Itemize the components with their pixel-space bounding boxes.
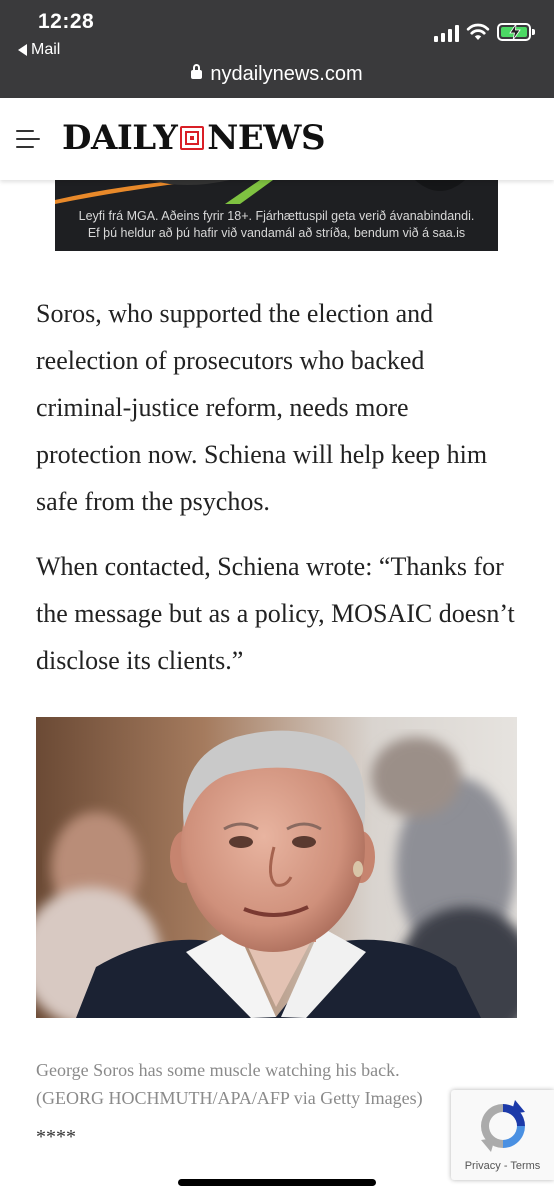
- wifi-icon: [466, 23, 490, 40]
- status-time: 12:28: [38, 10, 95, 33]
- cellular-signal-icon: [434, 24, 460, 42]
- home-indicator[interactable]: [178, 1179, 376, 1186]
- portrait-image: [36, 717, 517, 1018]
- logo-mark-icon: [180, 126, 205, 150]
- logo-text-news: NEWS: [207, 118, 326, 158]
- hamburger-menu-icon[interactable]: [16, 130, 40, 148]
- site-header: DAILY NEWS: [0, 98, 554, 180]
- back-arrow-icon: [18, 44, 27, 56]
- article-paragraph: Soros, who supported the election and re…: [36, 299, 488, 516]
- ad-disclaimer: Leyfi frá MGA. Aðeins fyrir 18+. Fjárhæt…: [55, 208, 498, 242]
- section-separator: ****: [36, 1126, 76, 1148]
- battery-charging-icon: [497, 23, 535, 41]
- browser-top-bar: 12:28 Mail nydailynews.com: [0, 0, 554, 98]
- privacy-link[interactable]: Privacy: [465, 1160, 501, 1172]
- ad-line-1: Leyfi frá MGA. Aðeins fyrir 18+. Fjárhæt…: [78, 209, 475, 223]
- recaptcha-badge[interactable]: Privacy - Terms: [451, 1090, 554, 1180]
- back-to-mail-button[interactable]: Mail: [18, 41, 60, 59]
- lock-icon: [191, 64, 203, 79]
- logo-text-daily: DAILY: [62, 118, 178, 158]
- recaptcha-links: Privacy - Terms: [451, 1160, 554, 1172]
- url-bar[interactable]: nydailynews.com: [0, 63, 554, 86]
- caption-line-1: George Soros has some muscle watching hi…: [36, 1060, 400, 1080]
- daily-news-logo[interactable]: DAILY NEWS: [62, 118, 326, 158]
- terms-link[interactable]: Terms: [510, 1160, 540, 1172]
- url-text: nydailynews.com: [210, 63, 363, 85]
- ad-graphic: [55, 180, 498, 204]
- link-separator: -: [500, 1160, 511, 1172]
- article-photo[interactable]: [36, 717, 517, 1018]
- ad-banner[interactable]: Leyfi frá MGA. Aðeins fyrir 18+. Fjárhæt…: [55, 180, 498, 251]
- photo-caption: George Soros has some muscle watching hi…: [36, 1056, 456, 1112]
- recaptcha-icon: [481, 1100, 525, 1152]
- ad-line-2: Ef þú heldur að þú hafir við vandamál að…: [87, 226, 466, 240]
- article-body: Soros, who supported the election and re…: [36, 290, 516, 702]
- article-paragraph: When contacted, Schiena wrote: “Thanks f…: [36, 552, 515, 675]
- back-label: Mail: [31, 41, 61, 58]
- caption-credit: (GEORG HOCHMUTH/APA/AFP via Getty Images…: [36, 1088, 423, 1108]
